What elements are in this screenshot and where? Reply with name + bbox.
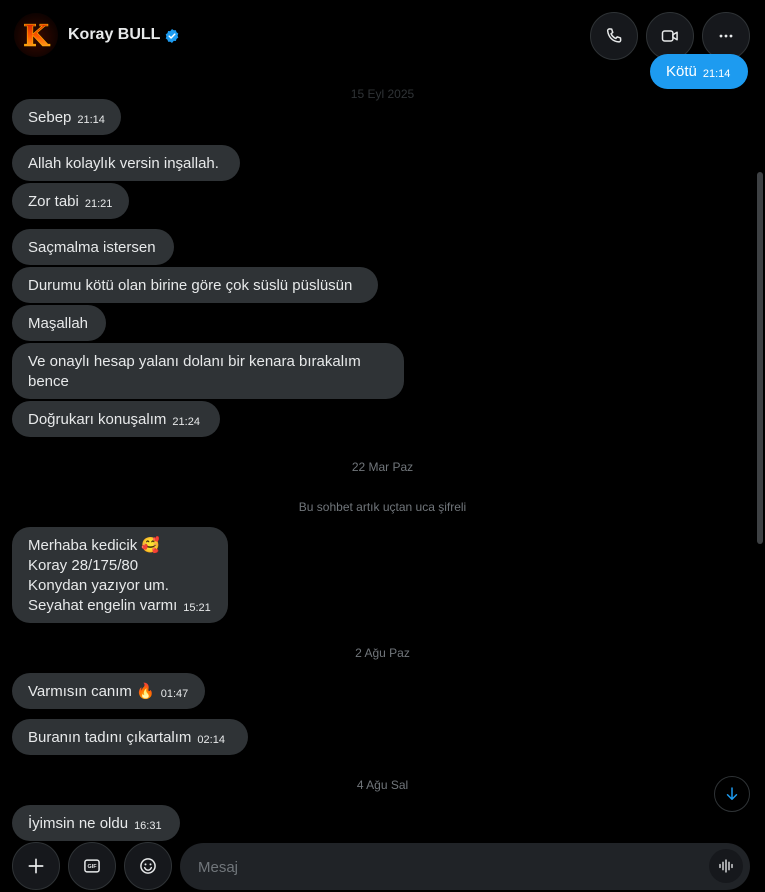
message-text: Varmısın canım 🔥 [28,683,155,700]
message-text: Kötü [666,63,697,80]
message-text: Saçmalma istersen [28,239,156,256]
incoming-message[interactable]: Zor tabi 21:21 [12,183,129,219]
message-composer: GIF [0,842,765,892]
message-text: Sebep [28,109,72,126]
incoming-message[interactable]: Buranın tadını çıkartalım 02:14 [12,719,248,755]
incoming-message[interactable]: Ve onaylı hesap yalanı dolanı bir kenara… [12,343,404,399]
incoming-message[interactable]: Merhaba kedicik 🥰 Koray 28/175/80 Konyda… [12,527,228,623]
message-text: Doğrukarı konuşalım [28,411,167,428]
message-time: 01:47 [160,688,189,700]
gif-button[interactable]: GIF [68,842,116,890]
voice-message-button[interactable] [709,849,743,883]
plus-icon [28,858,44,874]
incoming-message[interactable]: Maşallah [12,305,106,341]
emoji-icon [140,858,156,874]
incoming-message[interactable]: Durumu kötü olan birine göre çok süslü p… [12,267,378,303]
incoming-message[interactable]: Saçmalma istersen [12,229,174,265]
message-line: Seyahat engelin varmı [28,597,178,614]
incoming-message[interactable]: İyimsin ne oldu 16:31 [12,805,180,841]
message-text: Ve onaylı hesap yalanı dolanı bir kenara… [28,353,361,390]
emoji-button[interactable] [124,842,172,890]
message-time: 21:14 [77,114,105,126]
incoming-message[interactable]: Doğrukarı konuşalım 21:24 [12,401,220,437]
date-separator: 22 Mar Paz [351,460,414,474]
gif-label: GIF [87,864,97,870]
date-separator: 4 Ağu Sal [356,778,409,792]
incoming-message[interactable]: Sebep 21:14 [12,99,121,135]
scrollbar[interactable] [757,172,763,544]
message-text: Allah kolaylık versin inşallah. [28,155,219,172]
message-time: 21:14 [702,68,731,80]
message-time: 16:31 [134,820,162,832]
message-time: 21:21 [84,198,113,210]
date-separator: 15 Eyl 2025 [350,87,415,101]
message-text: İyimsin ne oldu [28,815,129,832]
incoming-message[interactable]: Varmısın canım 🔥 01:47 [12,673,205,709]
message-text: Zor tabi [28,193,79,210]
encryption-notice: Bu sohbet artık uçtan uca şifreli [298,500,467,514]
date-separator: 2 Ağu Paz [355,646,410,660]
message-text: Maşallah [28,315,89,332]
message-line: Konydan yazıyor um. [28,577,169,594]
message-time: 15:21 [183,602,211,614]
message-input[interactable] [196,843,700,892]
voice-icon [719,859,733,873]
scroll-to-bottom-button[interactable] [714,776,750,812]
message-line: Koray 28/175/80 [28,557,139,574]
message-line: Merhaba kedicik 🥰 [28,537,161,554]
message-text: Durumu kötü olan birine göre çok süslü p… [28,277,353,294]
message-input-box [180,843,750,892]
gif-icon: GIF [84,859,100,873]
message-text: Buranın tadını çıkartalım [28,729,192,746]
incoming-message[interactable]: Allah kolaylık versin inşallah. [12,145,240,181]
add-media-button[interactable] [12,842,60,890]
message-thread: 15 Eyl 2025 Kötü 21:14 Sebep 21:14 Allah k… [0,0,765,841]
message-time: 02:14 [197,734,225,746]
arrow-down-icon [726,787,738,800]
outgoing-message[interactable]: Kötü 21:14 [650,54,748,89]
message-time: 21:24 [172,416,200,428]
